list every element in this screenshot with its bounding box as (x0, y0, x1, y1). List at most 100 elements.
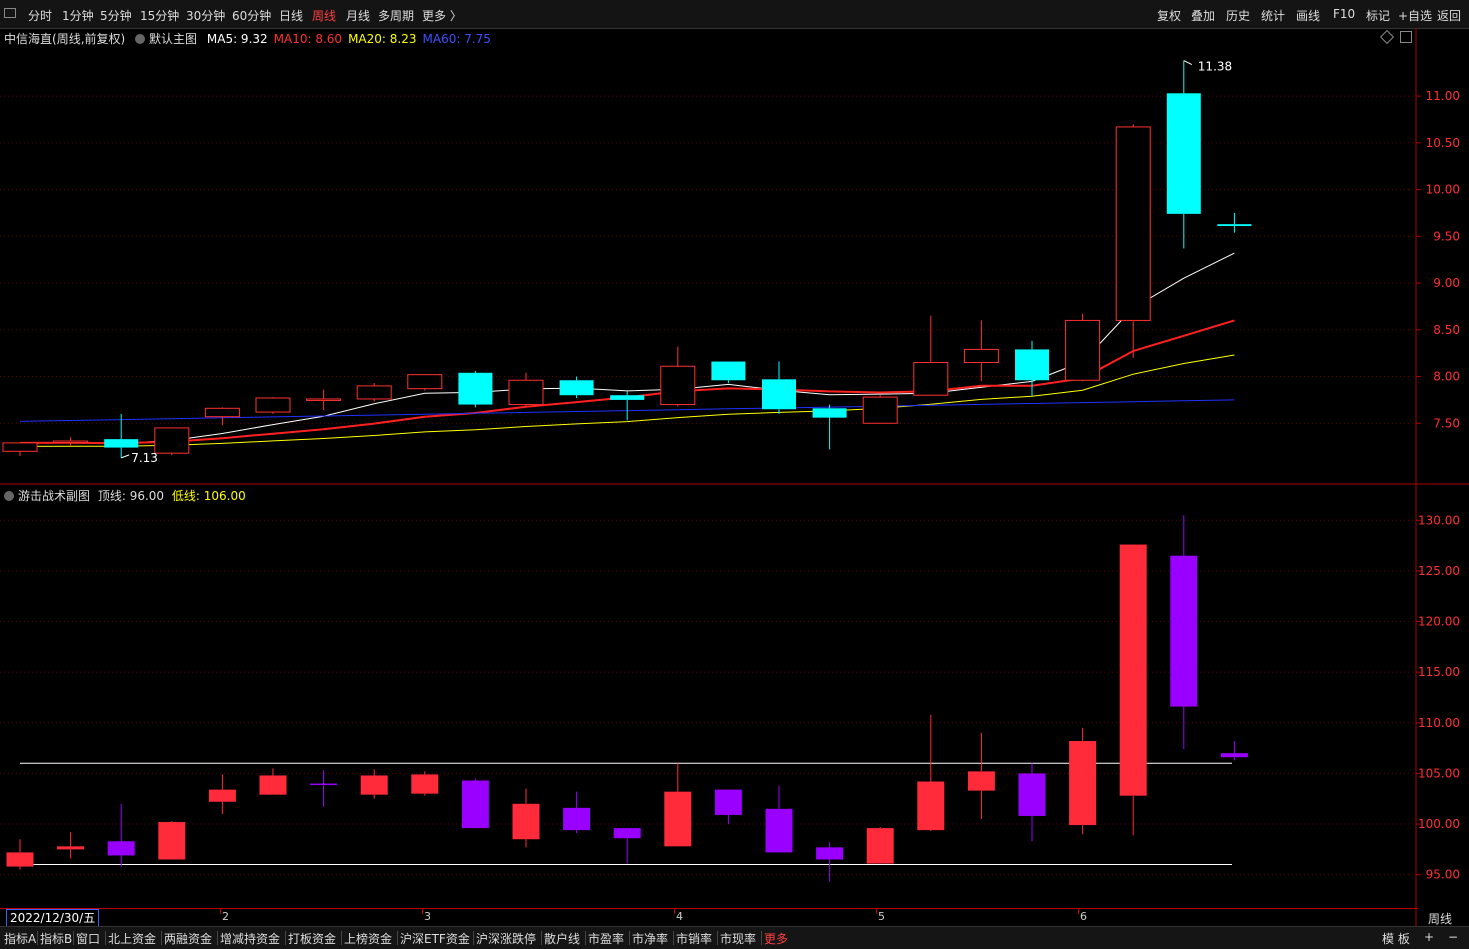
main-candle (458, 372, 493, 405)
toolbar-button-2[interactable]: 历史 (1226, 7, 1250, 24)
add-indicator-button[interactable]: + (1424, 930, 1434, 944)
tab-separator (717, 931, 718, 945)
template-menu-icon[interactable] (135, 34, 146, 44)
indicator-tab-1[interactable]: 指标B (40, 930, 72, 947)
ma-legend-0: MA5: 9.32 (206, 32, 268, 46)
main-tick-label: 10.00 (1426, 183, 1460, 197)
tab-separator (217, 931, 218, 945)
indicator-tabbar: 指标A 指标B 窗口 北上资金 两融资金 增减持资金 打板资金 上榜资金 沪深ETF资金 沪深涨跌… (0, 926, 1469, 949)
main-candle (1217, 224, 1252, 227)
main-candle (610, 395, 645, 400)
period-tab-2[interactable]: 5分钟 (100, 7, 132, 24)
sub-candle (259, 775, 287, 795)
toolbar-button-0[interactable]: 复权 (1157, 7, 1181, 24)
sub-candle (1170, 555, 1198, 707)
template-button[interactable]: 模 板 (1382, 930, 1410, 947)
indicator-tab-13[interactable]: 市销率 (676, 930, 712, 947)
indicator-tab-4[interactable]: 两融资金 (164, 930, 212, 947)
toolbar-button-4[interactable]: 画线 (1296, 7, 1320, 24)
period-tab-1[interactable]: 1分钟 (62, 7, 94, 24)
indicator-tab-3[interactable]: 北上资金 (108, 930, 156, 947)
main-candle (812, 408, 847, 418)
indicator-tab-12[interactable]: 市净率 (632, 930, 668, 947)
period-tab-10[interactable]: 更多 〉 (422, 7, 462, 24)
indicator-tab-2[interactable]: 窗口 (76, 930, 100, 947)
toolbar-button-6[interactable]: 标记 (1366, 7, 1390, 24)
tab-separator (629, 931, 630, 945)
window-menu-icon[interactable] (4, 8, 16, 18)
main-candle (104, 439, 139, 448)
toolbar-button-7[interactable]: +自选 (1398, 7, 1432, 24)
sub-tick-label: 105.00 (1418, 766, 1460, 780)
month-tick (220, 908, 221, 914)
indicator-tab-0[interactable]: 指标A (4, 930, 36, 947)
main-candle (762, 379, 796, 410)
indicator-tab-5[interactable]: 增减持资金 (220, 930, 280, 947)
main-candle (862, 396, 898, 424)
main-tick-label: 8.00 (1433, 370, 1460, 384)
sub-candle (866, 828, 894, 864)
remove-indicator-button[interactable]: − (1448, 930, 1458, 944)
indicator-tab-15[interactable]: 更多 (764, 930, 788, 947)
indicator-menu-icon[interactable] (4, 491, 14, 501)
month-label: 6 (1080, 910, 1087, 923)
toolbar-button-1[interactable]: 叠加 (1191, 7, 1215, 24)
template-label[interactable]: 默认主图 (149, 32, 197, 46)
period-tab-5[interactable]: 60分钟 (232, 7, 271, 24)
sub-candle (310, 783, 338, 786)
period-tab-7[interactable]: 周线 (312, 7, 336, 24)
month-tick (674, 908, 675, 914)
period-tab-3[interactable]: 15分钟 (140, 7, 179, 24)
chart-canvas[interactable]: 7.50 8.00 8.50 9.00 9.50 10.00 10.50 11.00 11.38… (0, 0, 1469, 948)
month-label: 5 (878, 910, 885, 923)
sub-candle (411, 774, 439, 794)
low-label: 7.13 (131, 451, 158, 465)
sub-chart-name[interactable]: 游击战术副图 (18, 489, 90, 503)
main-candle (356, 385, 392, 400)
main-candle (154, 427, 190, 454)
period-tab-9[interactable]: 多周期 (378, 7, 414, 24)
indicator-tab-11[interactable]: 市盈率 (588, 930, 624, 947)
ma-legend-2: MA20: 8.23 (348, 32, 417, 46)
main-candle (559, 380, 594, 396)
panel-toggle-icon[interactable] (1400, 31, 1412, 43)
sub-candle (1018, 773, 1046, 816)
tab-separator (161, 931, 162, 945)
sub-candle (714, 789, 742, 815)
tab-separator (37, 931, 38, 945)
high-label: 11.38 (1198, 60, 1232, 74)
sub-candle (664, 791, 692, 847)
main-candle (255, 397, 291, 413)
sub-chart-legend: 游击战术副图 顶线: 96.00 低线: 106.00 (4, 487, 246, 504)
toolbar-button-3[interactable]: 统计 (1261, 7, 1285, 24)
sub-candle (816, 847, 844, 860)
toolbar-button-8[interactable]: 返回 (1437, 7, 1461, 24)
month-label: 4 (676, 910, 683, 923)
main-candle (407, 374, 443, 390)
indicator-tab-6[interactable]: 打板资金 (288, 930, 336, 947)
indicator-tab-9[interactable]: 沪深涨跌停 (476, 930, 536, 947)
period-tab-0[interactable]: 分时 (28, 7, 52, 24)
month-tick (1078, 908, 1079, 914)
stock-name[interactable]: 中信海直 (4, 32, 52, 46)
sub-candle (6, 852, 34, 867)
period-tab-4[interactable]: 30分钟 (186, 7, 225, 24)
toolbar-button-5[interactable]: F10 (1333, 7, 1355, 21)
period-tab-6[interactable]: 日线 (279, 7, 303, 24)
main-tick-label: 9.00 (1433, 276, 1460, 290)
indicator-tab-14[interactable]: 市现率 (720, 930, 756, 947)
sub-tick-label: 120.00 (1418, 615, 1460, 629)
sub-tick-label: 95.00 (1426, 868, 1460, 882)
main-candle (660, 365, 696, 406)
indicator-tab-10[interactable]: 散户线 (544, 930, 580, 947)
sub-candle (512, 803, 540, 840)
settings-icon[interactable] (1379, 29, 1395, 45)
indicator-tab-8[interactable]: 沪深ETF资金 (400, 930, 470, 947)
indicator-tab-7[interactable]: 上榜资金 (344, 930, 392, 947)
sub-candle (158, 822, 186, 860)
ma60-line (19, 399, 1235, 422)
main-chart-legend: 中信海直(周线,前复权) 默认主图 MA5: 9.32 MA10: 8.60 MA2… (4, 30, 491, 47)
date-axis (0, 908, 1418, 927)
main-candle (53, 440, 89, 444)
period-tab-8[interactable]: 月线 (346, 7, 370, 24)
